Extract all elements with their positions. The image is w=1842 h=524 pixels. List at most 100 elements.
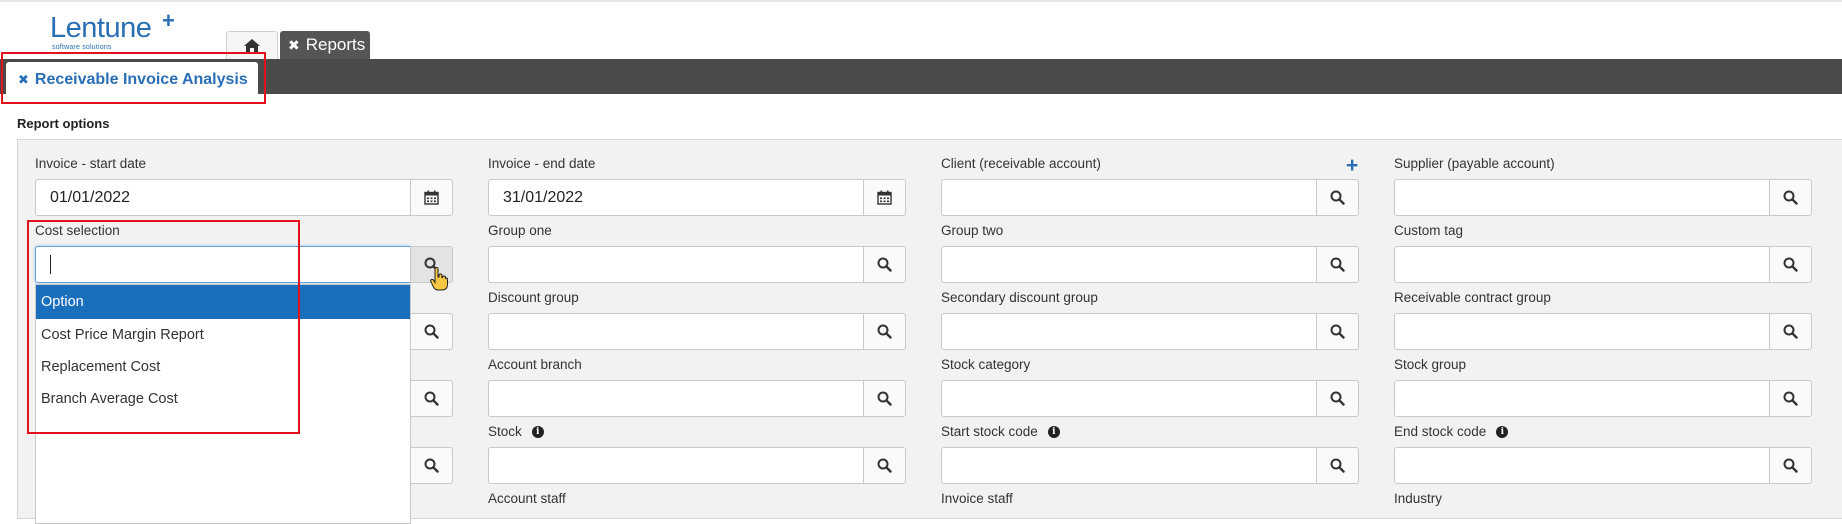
start-stock-code-label-text: Start stock code [941,424,1038,439]
search-icon [1330,458,1345,473]
search-icon [1330,324,1345,339]
info-icon[interactable]: i [531,425,544,438]
stock-category-search-button[interactable] [1316,380,1359,417]
search-icon [424,458,439,473]
client-field [941,179,1359,216]
info-icon[interactable]: i [1047,425,1060,438]
search-button[interactable] [410,447,453,484]
stock-label-text: Stock [488,424,522,439]
stock-field [488,447,906,484]
search-icon [877,458,892,473]
stock-category-input[interactable] [941,380,1316,417]
tab-reports-label: Reports [305,35,366,54]
calendar-button[interactable] [863,179,906,216]
account-staff-label: Account staff [488,491,566,506]
receivable-contract-group-search-button[interactable] [1769,313,1812,350]
calendar-button[interactable] [410,179,453,216]
invoice-end-label: Invoice - end date [488,156,596,171]
secondary-discount-group-search-button[interactable] [1316,313,1359,350]
account-branch-input[interactable] [488,380,863,417]
discount-group-input[interactable] [488,313,863,350]
search-icon [1783,257,1798,272]
receivable-contract-group-input[interactable] [1394,313,1769,350]
supplier-field [1394,179,1812,216]
search-button[interactable] [410,313,453,350]
search-icon [424,324,439,339]
discount-group-label: Discount group [488,290,579,305]
discount-group-field [488,313,906,350]
stock-group-label: Stock group [1394,357,1467,372]
start-stock-code-label: Start stock code i [941,424,1060,439]
invoice-staff-label: Invoice staff [941,491,1013,506]
group-two-field [941,246,1359,283]
group-one-input[interactable] [488,246,863,283]
search-icon [1783,391,1798,406]
group-one-label: Group one [488,223,552,238]
custom-tag-label: Custom tag [1394,223,1464,238]
end-stock-code-search-button[interactable] [1769,447,1812,484]
account-branch-field [488,380,906,417]
client-label: Client (receivable account) [941,156,1101,171]
custom-tag-input[interactable] [1394,246,1769,283]
stock-input[interactable] [488,447,863,484]
info-icon[interactable]: i [1496,425,1509,438]
top-divider [0,0,1842,2]
invoice-start-label: Invoice - start date [35,156,147,171]
start-stock-code-input[interactable] [941,447,1316,484]
secondary-discount-group-input[interactable] [941,313,1316,350]
end-stock-code-input[interactable] [1394,447,1769,484]
stock-category-label: Stock category [941,357,1031,372]
search-icon [1783,190,1798,205]
invoice-end-field: 31/01/2022 [488,179,906,216]
client-input[interactable] [941,179,1316,216]
stock-category-field [941,380,1359,417]
tab-bar [0,59,1842,94]
receivable-contract-group-field [1394,313,1812,350]
group-two-input[interactable] [941,246,1316,283]
calendar-icon [877,190,892,205]
custom-tag-field [1394,246,1812,283]
secondary-discount-group-field [941,313,1359,350]
search-icon [877,324,892,339]
stock-label: Stock i [488,424,544,439]
start-stock-code-search-button[interactable] [1316,447,1359,484]
discount-group-search-button[interactable] [863,313,906,350]
logo-tagline: software solutions [52,44,112,51]
tab-reports[interactable]: ✖ Reports [280,31,370,59]
hand-cursor-icon [430,267,448,291]
account-branch-search-button[interactable] [863,380,906,417]
end-stock-code-label: End stock code i [1394,424,1509,439]
end-stock-code-label-text: End stock code [1394,424,1487,439]
stock-search-button[interactable] [863,447,906,484]
account-branch-label: Account branch [488,357,582,372]
stock-group-search-button[interactable] [1769,380,1812,417]
search-icon [1330,257,1345,272]
invoice-start-field: 01/01/2022 [35,179,453,216]
search-icon [1330,190,1345,205]
invoice-start-input[interactable]: 01/01/2022 [35,179,410,216]
industry-label: Industry [1394,491,1443,506]
close-icon[interactable]: ✖ [288,37,300,54]
group-one-field [488,246,906,283]
search-icon [877,391,892,406]
search-icon [1330,391,1345,406]
invoice-end-input[interactable]: 31/01/2022 [488,179,863,216]
secondary-discount-group-label: Secondary discount group [941,290,1098,305]
supplier-input[interactable] [1394,179,1769,216]
search-icon [1783,458,1798,473]
search-icon [877,257,892,272]
supplier-search-button[interactable] [1769,179,1812,216]
search-button[interactable] [410,380,453,417]
group-two-search-button[interactable] [1316,246,1359,283]
start-stock-code-field [941,447,1359,484]
stock-group-input[interactable] [1394,380,1769,417]
receivable-contract-group-label: Receivable contract group [1394,290,1551,305]
client-search-button[interactable] [1316,179,1359,216]
search-icon [424,391,439,406]
logo-name: Lentune [50,12,152,44]
custom-tag-search-button[interactable] [1769,246,1812,283]
end-stock-code-field [1394,447,1812,484]
add-client-plus-icon[interactable]: + [1346,154,1358,178]
annotation-highlight-dropdown [27,220,300,434]
group-one-search-button[interactable] [863,246,906,283]
